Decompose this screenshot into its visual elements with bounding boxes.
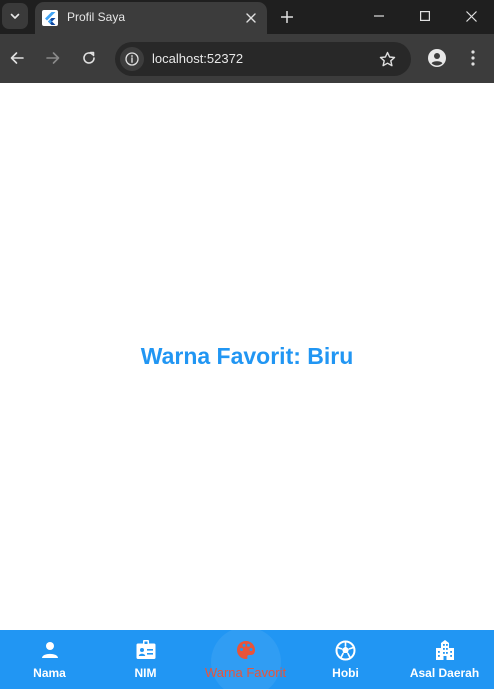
person-icon [39,639,61,661]
browser-toolbar: localhost:52372 [0,34,494,83]
reload-icon [83,51,95,64]
account-circle-icon [428,49,446,67]
plus-icon [281,11,293,23]
url-text[interactable]: localhost:52372 [152,51,243,66]
star-outline-icon [379,51,395,66]
reload-button[interactable] [76,45,102,71]
nav-label: Warna Favorit [204,665,287,680]
forward-button[interactable] [40,45,66,71]
browser-menu-button[interactable] [461,46,485,70]
bookmark-button[interactable] [377,49,397,69]
maximize-icon [420,11,430,21]
chevron-down-icon [10,13,20,19]
minimize-icon [374,15,384,17]
nav-label: NIM [134,666,157,680]
tab-close-button[interactable] [242,9,260,27]
nav-item-hobi[interactable]: Hobi [296,630,395,689]
arrow-left-icon [10,52,24,64]
nav-label: Nama [33,666,66,680]
page-content: Warna Favorit: Biru [0,83,494,630]
window-minimize-button[interactable] [356,0,402,32]
profile-button[interactable] [425,46,449,70]
back-button[interactable] [4,45,30,71]
nav-label: Asal Daerah [409,666,480,680]
close-icon [465,10,477,22]
soccer-ball-icon [335,639,357,661]
info-icon [125,52,139,66]
location-city-icon [434,639,456,661]
nav-label: Hobi [332,666,359,680]
browser-tab[interactable]: Profil Saya [35,2,267,34]
window-close-button[interactable] [448,0,494,32]
window-maximize-button[interactable] [402,0,448,32]
browser-tab-strip: Profil Saya [0,0,494,34]
flutter-logo-icon [42,10,58,26]
palette-icon [235,639,257,661]
tab-search-button[interactable] [2,3,28,29]
nav-item-nim[interactable]: NIM [96,630,195,689]
favorite-color-text: Warna Favorit: Biru [140,343,354,369]
new-tab-button[interactable] [276,6,298,28]
close-icon [246,13,256,23]
badge-icon [135,639,157,661]
nav-item-asal-daerah[interactable]: Asal Daerah [395,630,494,689]
more-vert-icon [471,50,475,66]
tab-title: Profil Saya [67,10,126,24]
arrow-right-icon [46,52,60,64]
site-info-button[interactable] [120,47,144,71]
nav-item-warna-favorit[interactable]: Warna Favorit [196,627,295,689]
nav-item-nama[interactable]: Nama [0,630,99,689]
bottom-navigation-bar: Nama NIM Warna Favorit Hobi Asal Daerah [0,627,494,689]
address-bar[interactable]: localhost:52372 [115,42,411,76]
